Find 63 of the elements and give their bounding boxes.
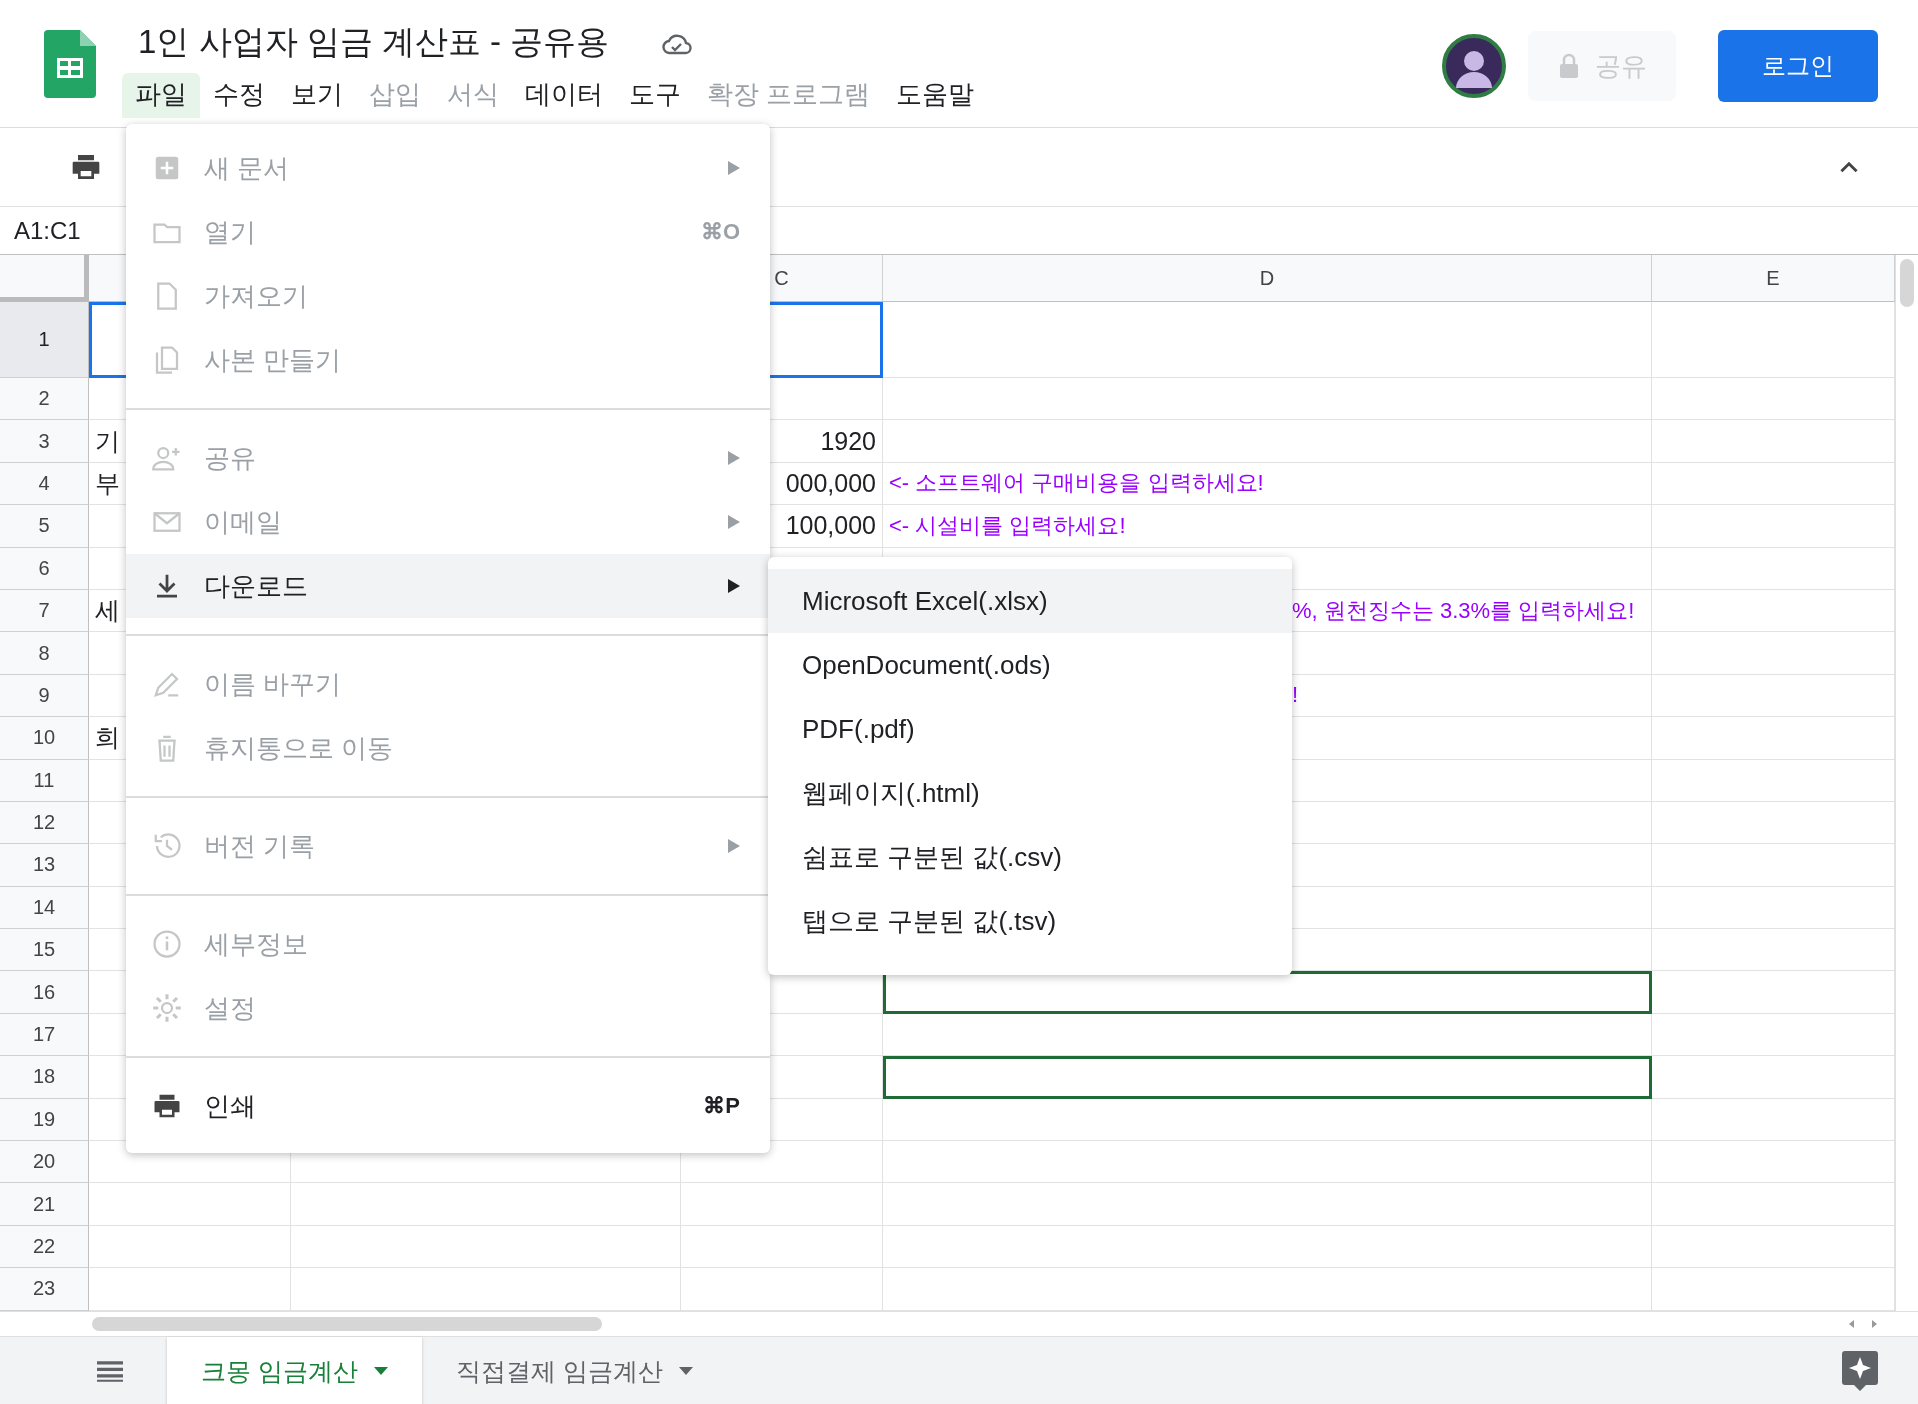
- row-header[interactable]: 13: [0, 844, 89, 887]
- column-header[interactable]: E: [1652, 255, 1895, 302]
- row-header[interactable]: 16: [0, 971, 89, 1014]
- row-header[interactable]: 3: [0, 420, 89, 463]
- row-header[interactable]: 4: [0, 462, 89, 506]
- sheet-tab[interactable]: 크몽 임금계산: [167, 1336, 422, 1404]
- menu-icon[interactable]: [97, 1360, 123, 1383]
- row-header[interactable]: 2: [0, 378, 89, 421]
- login-button[interactable]: 로그인: [1718, 30, 1878, 102]
- row-header[interactable]: 5: [0, 505, 89, 548]
- info-icon: [152, 929, 182, 959]
- dropdown-icon: [678, 1367, 693, 1376]
- dropdown-icon: [373, 1367, 388, 1376]
- menu-item[interactable]: 도구: [616, 73, 694, 118]
- column-header[interactable]: D: [883, 255, 1652, 302]
- menu-item[interactable]: 웹페이지(.html): [768, 761, 1292, 825]
- row-header[interactable]: 8: [0, 632, 89, 675]
- spreadsheet-icon[interactable]: [44, 30, 96, 98]
- row-header[interactable]: 7: [0, 589, 89, 633]
- menu-item[interactable]: 인쇄 ⌘P: [126, 1074, 770, 1138]
- cloud-check-icon[interactable]: [661, 32, 694, 57]
- explore-icon[interactable]: [1842, 1351, 1878, 1392]
- lock-icon: [1557, 52, 1581, 80]
- row-header[interactable]: 12: [0, 801, 89, 845]
- row-header[interactable]: 20: [0, 1141, 89, 1184]
- document-title[interactable]: 1인 사업자 임금 계산표 - 공유용: [136, 20, 612, 65]
- name-box[interactable]: A1:C1: [14, 216, 81, 245]
- scrollbar-thumb[interactable]: [92, 1316, 602, 1331]
- table-cell[interactable]: <- 시설비를 입력하세요!: [883, 505, 1652, 548]
- scrollbar-thumb[interactable]: [1900, 259, 1914, 307]
- select-all-corner[interactable]: [0, 255, 89, 302]
- menu-item[interactable]: 보기: [278, 73, 356, 118]
- row-header[interactable]: 10: [0, 717, 89, 760]
- gear-icon: [152, 993, 182, 1023]
- menu-item[interactable]: 쉼표로 구분된 값(.csv): [768, 825, 1292, 889]
- menu-item[interactable]: 도움말: [883, 73, 988, 118]
- menu-item[interactable]: OpenDocument(.ods): [768, 633, 1292, 697]
- menu-item[interactable]: 다운로드: [126, 554, 770, 618]
- menu-item[interactable]: 수정: [200, 73, 278, 118]
- row-header[interactable]: 9: [0, 674, 89, 718]
- row-header[interactable]: 1: [0, 302, 89, 378]
- row-header[interactable]: 6: [0, 547, 89, 590]
- row-header[interactable]: 11: [0, 759, 89, 802]
- menu-item[interactable]: 데이터: [512, 73, 616, 118]
- row-header[interactable]: 19: [0, 1098, 89, 1142]
- menu-item[interactable]: 파일: [122, 73, 200, 118]
- table-cell[interactable]: [883, 1056, 1652, 1099]
- menu-item[interactable]: PDF(.pdf): [768, 697, 1292, 761]
- row-header[interactable]: 17: [0, 1013, 89, 1057]
- row-header[interactable]: 15: [0, 929, 89, 972]
- sheet-tab[interactable]: 직접결제 임금계산: [421, 1336, 727, 1404]
- table-cell[interactable]: <- 소프트웨어 구매비용을 입력하세요!: [883, 462, 1652, 506]
- row-header[interactable]: 14: [0, 886, 89, 930]
- shortcut-text: ⌘O: [700, 219, 740, 245]
- row-header[interactable]: 23: [0, 1268, 89, 1311]
- row-header[interactable]: 18: [0, 1056, 89, 1099]
- menu-item[interactable]: 탭으로 구분된 값(.tsv): [768, 889, 1292, 953]
- menu-item[interactable]: Microsoft Excel(.xlsx): [768, 569, 1292, 633]
- avatar[interactable]: [1442, 34, 1506, 98]
- shortcut-text: ⌘P: [703, 1093, 740, 1119]
- row-header[interactable]: 22: [0, 1225, 89, 1269]
- history-icon: [152, 831, 182, 861]
- row-header[interactable]: 21: [0, 1183, 89, 1226]
